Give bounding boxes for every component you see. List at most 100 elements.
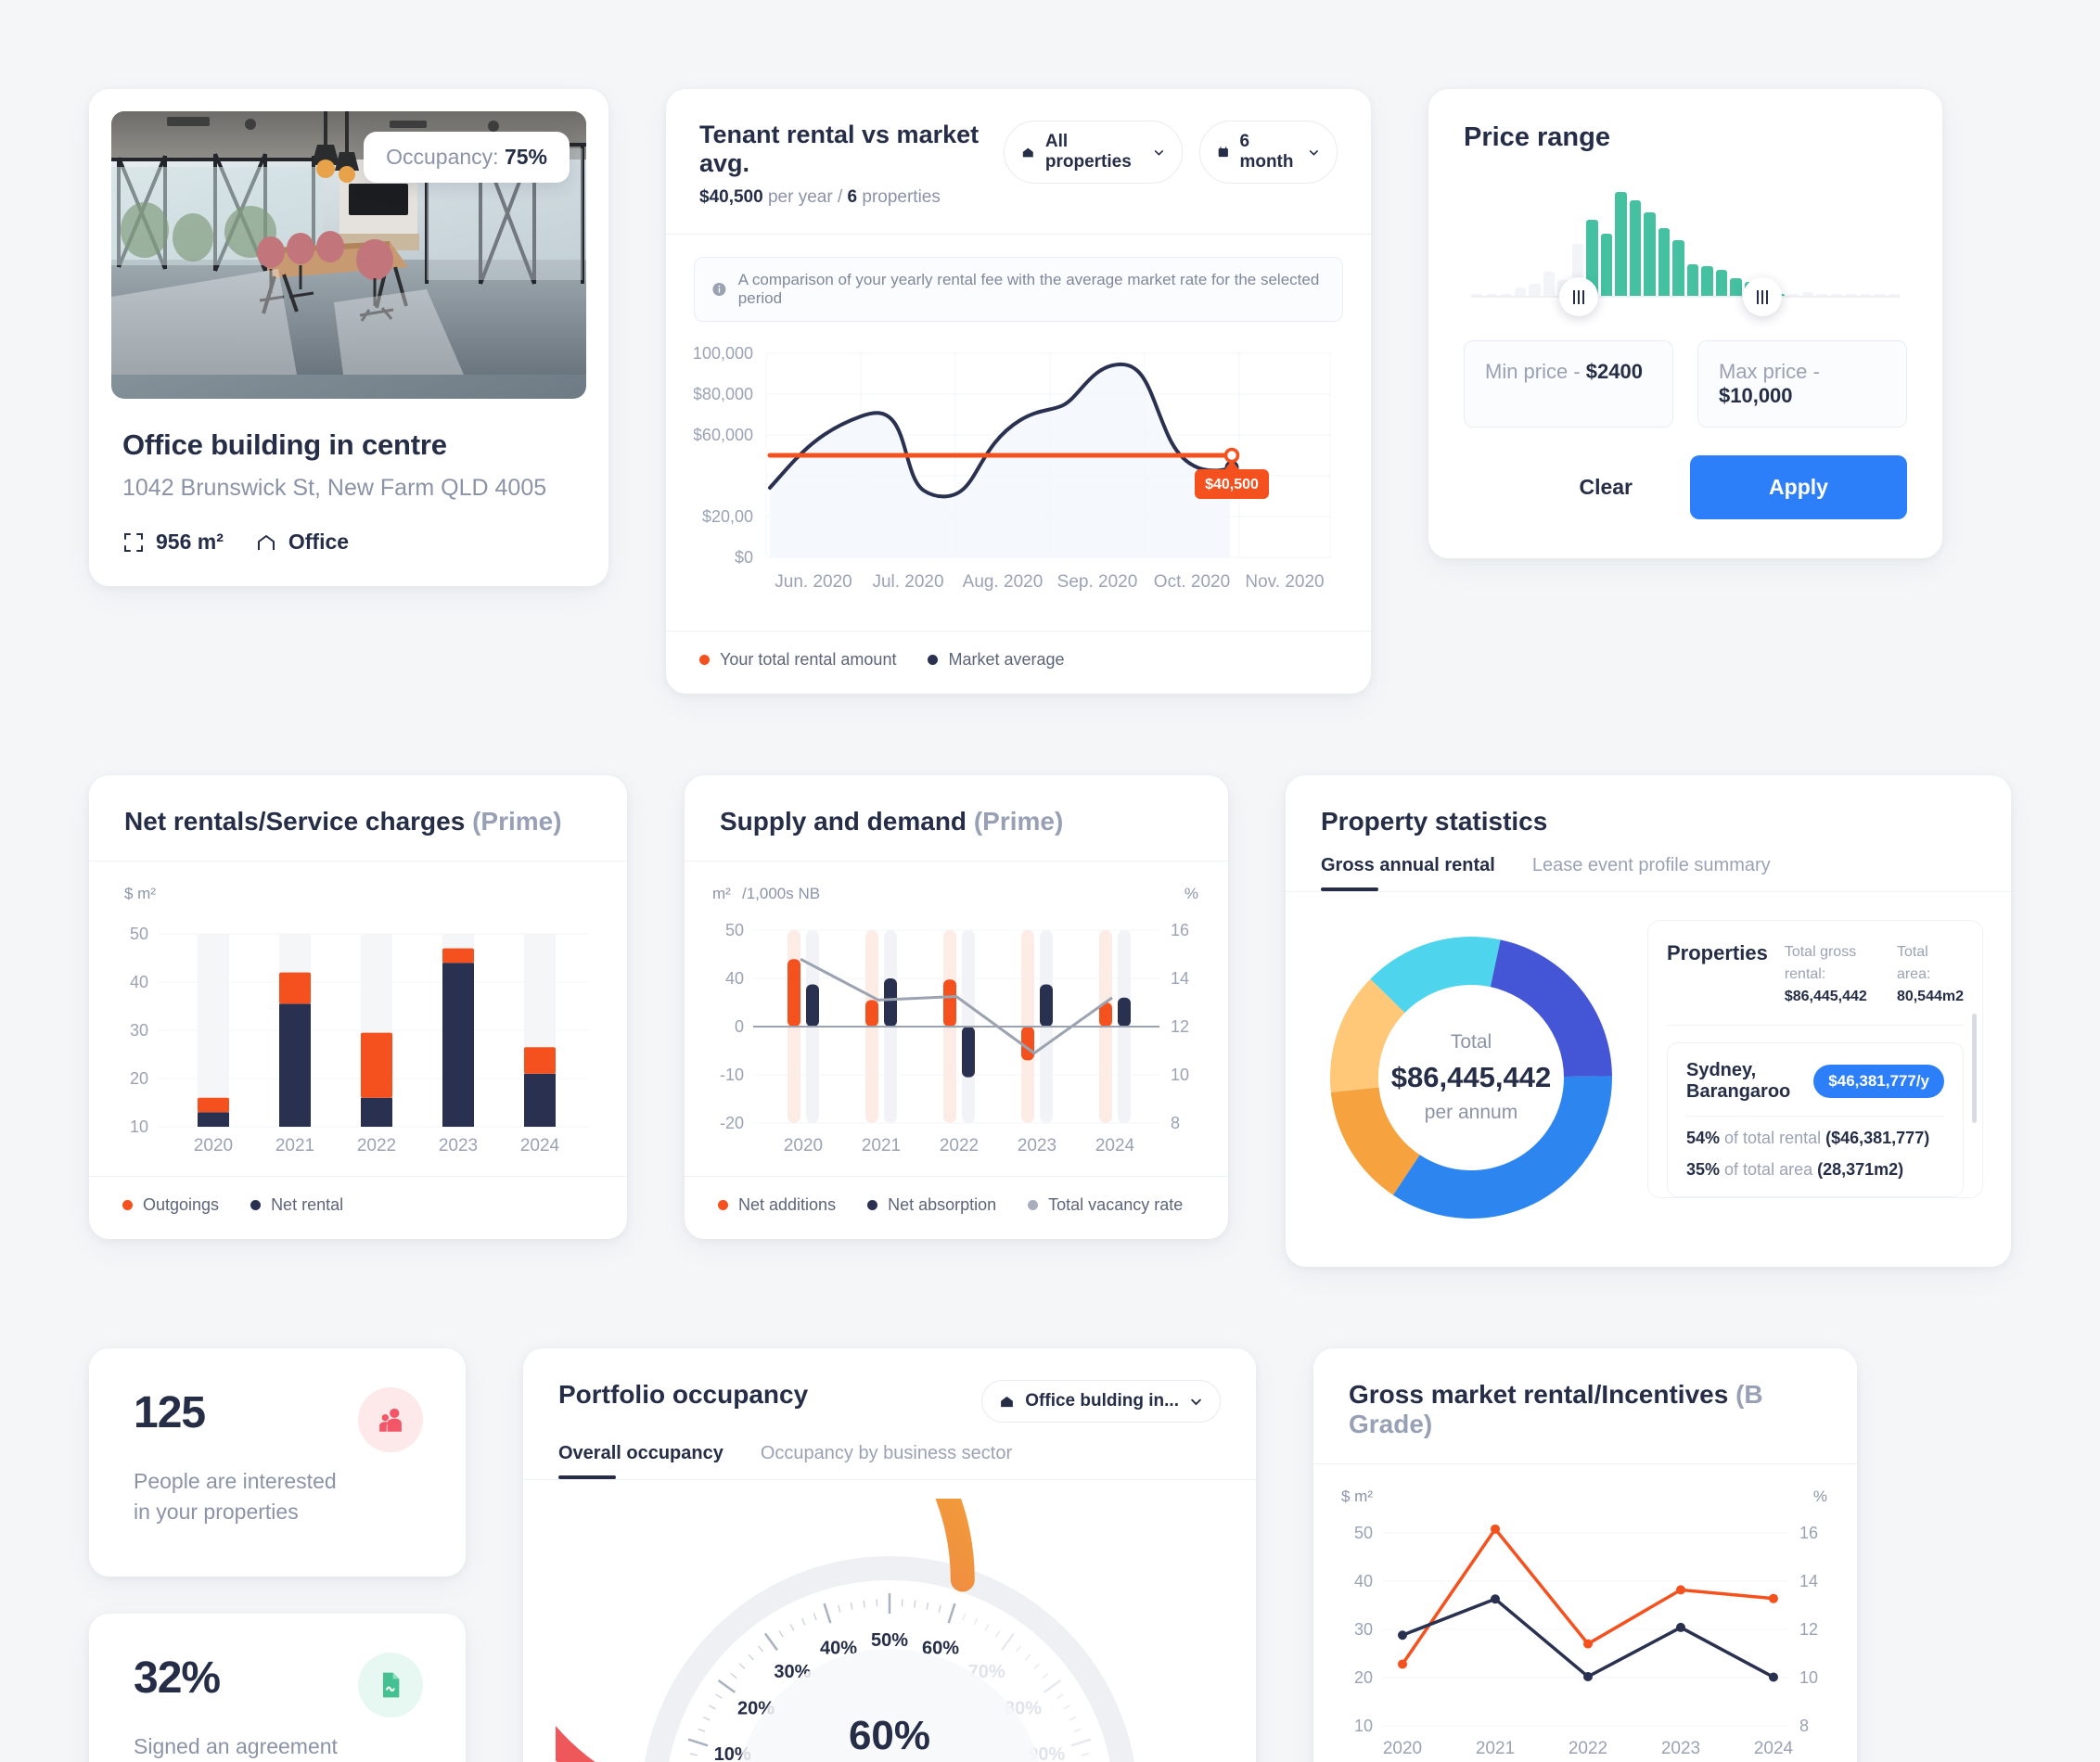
- portfolio-occupancy-tabs: Overall occupancy Occupancy by business …: [523, 1443, 1256, 1479]
- ytick-left-0: 50: [725, 921, 744, 939]
- gauge-minor-tick: [1033, 1663, 1041, 1670]
- your-rental-endpoint: [1223, 447, 1240, 464]
- stat-desc-line2: in your properties: [134, 1499, 299, 1524]
- dashboard-page: Occupancy: 75% Office building in centre…: [0, 0, 2100, 1762]
- properties-filter-dropdown[interactable]: All properties: [1004, 121, 1183, 184]
- histogram-bar: [1615, 192, 1627, 296]
- price-actions: Clear Apply: [1464, 455, 1907, 519]
- legend-item: Net absorption: [867, 1195, 996, 1215]
- gauge-minor-tick: [995, 1630, 1001, 1638]
- net-rental-bar: [361, 1097, 392, 1127]
- data-point: [1398, 1630, 1407, 1641]
- xtick: 2022: [1569, 1739, 1607, 1758]
- ytick-right-0: 16: [1799, 1524, 1818, 1542]
- handle-grip-icon: [1757, 289, 1769, 304]
- stat-cards-column: 125 People are interested in your proper…: [89, 1348, 466, 1762]
- min-price-input[interactable]: Min price - $2400: [1464, 340, 1673, 428]
- data-point: [1491, 1594, 1500, 1604]
- legend-label: Your total rental amount: [720, 650, 897, 669]
- property-type-value: Office: [288, 530, 350, 554]
- data-point: [1398, 1659, 1407, 1669]
- histogram-bar: [1730, 277, 1742, 296]
- clear-button[interactable]: Clear: [1564, 466, 1647, 509]
- gauge-minor-tick: [698, 1728, 706, 1732]
- xtick-3: Sep. 2020: [1057, 572, 1138, 592]
- supply-demand-header: Supply and demand (Prime): [685, 775, 1228, 861]
- gross-market-rental-header: Gross market rental/Incentives (B Grade): [1313, 1348, 1857, 1463]
- supply-demand-chart: m² /1,000s NB % 50 40 0 -10 -20 16 14 12…: [685, 862, 1228, 1176]
- apply-button[interactable]: Apply: [1690, 455, 1907, 519]
- ytick-left-1: 40: [725, 969, 744, 988]
- properties-list-header: Properties Total gross rental: $86,445,4…: [1667, 941, 1964, 1026]
- property-item-badge: $46,381,777/y: [1813, 1065, 1944, 1098]
- property-area-pct: 35%: [1686, 1160, 1721, 1179]
- building-filter-dropdown[interactable]: Office bulding in...: [981, 1380, 1221, 1423]
- net-absorption-bar: [1040, 984, 1053, 1027]
- legend-dot: [867, 1200, 878, 1210]
- property-statistics-header: Property statistics: [1286, 775, 2011, 855]
- chevron-down-icon: [1154, 149, 1163, 156]
- supply-demand-card: Supply and demand (Prime) m² /1,000s NB …: [685, 775, 1228, 1239]
- outgoings-bar: [361, 1032, 392, 1098]
- tenant-line-chart-svg: $100,000 $80,000 $60,000 $20,00 $0: [684, 344, 1331, 592]
- home-icon: [1023, 147, 1034, 157]
- ytick-right-4: 8: [1799, 1717, 1809, 1735]
- net-absorption-bar: [1118, 997, 1131, 1027]
- portfolio-occupancy-title: Portfolio occupancy: [558, 1380, 809, 1409]
- gauge-tick-label: 50%: [871, 1630, 908, 1651]
- ytick-1: 40: [130, 973, 148, 991]
- people-icon: [379, 1408, 402, 1432]
- histogram-baseline: [1471, 296, 1900, 298]
- data-point: [1769, 1593, 1778, 1603]
- gauge-major-tick: [1070, 1738, 1092, 1747]
- property-item-name: Sydney, Barangaroo: [1686, 1060, 1791, 1102]
- xtick: 2020: [1383, 1739, 1422, 1758]
- total-area-label: Total area:: [1896, 944, 1931, 982]
- info-banner: A comparison of your yearly rental fee w…: [694, 257, 1343, 322]
- ytick-right-3: 10: [1799, 1668, 1818, 1687]
- net-rentals-title-main: Net rentals/Service charges: [124, 807, 466, 836]
- ytick-0: $100,000: [694, 344, 753, 363]
- max-price-input[interactable]: Max price - $10,000: [1697, 340, 1907, 428]
- net-additions-bar: [943, 979, 956, 1027]
- gauge-minor-tick: [914, 1600, 916, 1608]
- occupancy-label: Occupancy:: [386, 145, 505, 169]
- max-price-slider-handle[interactable]: [1743, 277, 1783, 316]
- gmr-data-points: [1398, 1524, 1778, 1682]
- properties-list-title: Properties: [1667, 941, 1768, 964]
- ytick-right-3: 10: [1171, 1066, 1189, 1084]
- info-banner-text: A comparison of your yearly rental fee w…: [737, 271, 1320, 307]
- tab-occupancy-by-business-sector[interactable]: Occupancy by business sector: [761, 1443, 1012, 1479]
- property-list-item[interactable]: Sydney, Barangaroo $46,381,777/y 54% of …: [1667, 1042, 1964, 1197]
- tenant-sub-tail: properties: [857, 187, 941, 207]
- tab-overall-occupancy[interactable]: Overall occupancy: [558, 1443, 723, 1479]
- histogram-bar: [1715, 270, 1727, 296]
- gross-market-rental-title: Gross market rental/Incentives (B Grade): [1349, 1380, 1822, 1439]
- period-filter-dropdown[interactable]: 6 month: [1198, 121, 1338, 184]
- gauge-minor-tick: [984, 1624, 990, 1631]
- ytick-left-2: 30: [1354, 1620, 1373, 1639]
- period-filter-label: 6 month: [1239, 132, 1294, 172]
- min-price-slider-handle[interactable]: [1558, 277, 1598, 316]
- tenant-property-count: 6: [847, 187, 858, 207]
- data-point: [1676, 1585, 1685, 1595]
- legend-dot: [699, 655, 710, 665]
- data-point: [1769, 1672, 1778, 1682]
- histogram-bar: [1644, 211, 1656, 296]
- properties-list-scrollbar[interactable]: [1972, 1014, 1977, 1123]
- gauge-major-tick: [717, 1679, 736, 1693]
- tenant-card-title: Tenant rental vs market avg.: [699, 121, 980, 177]
- property-area-value: 956 m²: [156, 530, 224, 554]
- property-rental-value: ($46,381,777): [1825, 1129, 1930, 1147]
- supply-demand-title-suffix: (Prime): [973, 807, 1064, 836]
- property-summary-card: Occupancy: 75% Office building in centre…: [89, 89, 608, 586]
- xtick: 2024: [1754, 1739, 1794, 1758]
- legend-dot: [122, 1200, 133, 1210]
- gauge-minor-tick: [962, 1613, 967, 1621]
- tab-gross-annual-rental[interactable]: Gross annual rental: [1321, 855, 1495, 891]
- home-icon: [257, 534, 275, 550]
- tab-lease-event-profile-summary[interactable]: Lease event profile summary: [1532, 855, 1771, 891]
- total-gross-rental-value: $86,445,442: [1784, 989, 1867, 1004]
- price-histogram: [1471, 177, 1900, 316]
- property-item-rental-line: 54% of total rental ($46,381,777): [1686, 1129, 1944, 1148]
